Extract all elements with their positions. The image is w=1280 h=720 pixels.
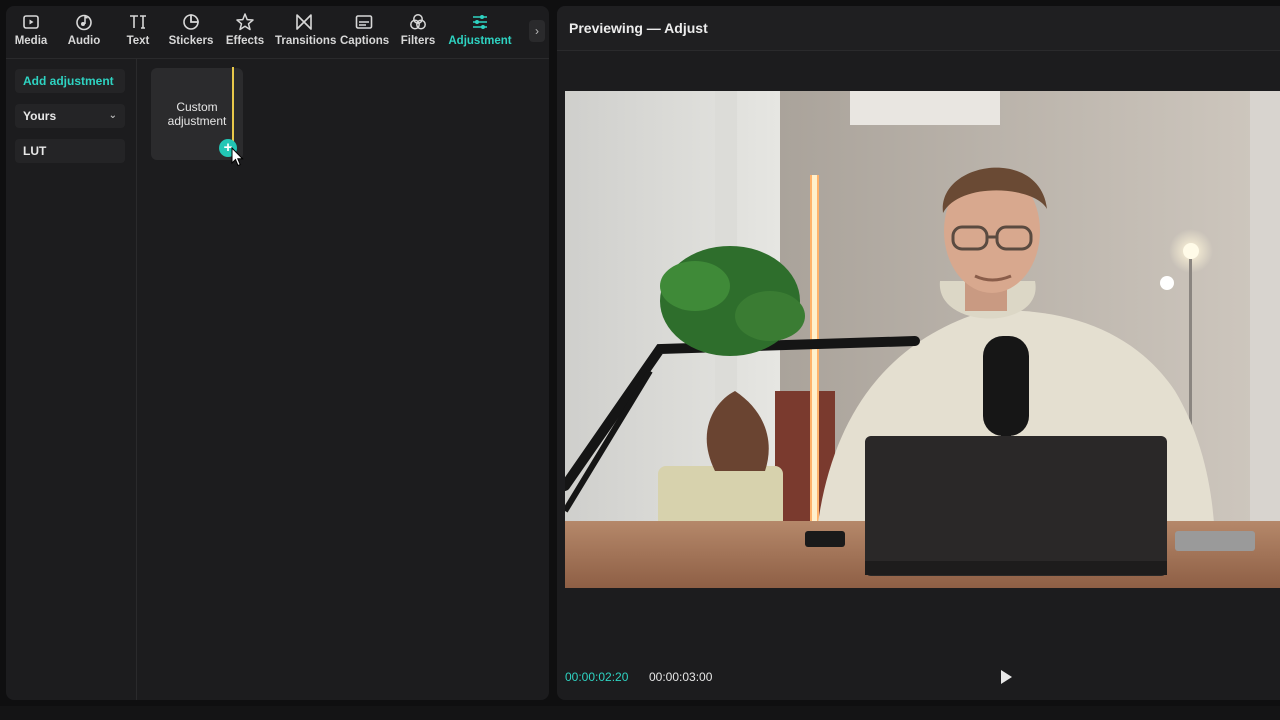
lamp-bulb-secondary — [1160, 276, 1174, 290]
adjustment-sidebar: Add adjustment Yours ⌄ LUT — [6, 59, 137, 700]
chevron-down-icon: ⌄ — [108, 110, 117, 121]
stickers-icon — [168, 12, 214, 32]
card-label: Custom adjustment — [167, 100, 227, 128]
transitions-icon — [275, 12, 333, 32]
lamp-bulb — [1183, 243, 1199, 259]
laptop-base — [865, 561, 1167, 575]
asset-toolbar: Media Audio Text Stickers Effects Transi… — [6, 6, 549, 59]
tool-label: Effects — [225, 35, 265, 47]
chevron-right-icon: › — [535, 24, 539, 38]
filters-icon — [400, 12, 436, 32]
sidebar-item-lut[interactable]: LUT — [15, 139, 125, 163]
tool-transitions[interactable]: Transitions — [275, 12, 337, 54]
tool-stickers[interactable]: Stickers — [168, 12, 214, 54]
left-panel: Media Audio Text Stickers Effects Transi… — [6, 6, 549, 700]
tool-effects[interactable]: Effects — [225, 12, 265, 54]
sidebar-item-label: Yours — [23, 109, 57, 123]
effects-icon — [225, 12, 265, 32]
tool-label: Adjustment — [448, 35, 512, 47]
adjustment-icon — [448, 12, 512, 32]
ceiling-vent — [850, 91, 1000, 125]
sidebar-item-yours[interactable]: Yours ⌄ — [15, 104, 125, 128]
media-icon — [14, 12, 48, 32]
laptop — [865, 436, 1167, 576]
sidebar-item-add-adjustment[interactable]: Add adjustment — [15, 69, 125, 93]
tool-label: Media — [14, 35, 48, 47]
tool-label: Captions — [340, 35, 390, 47]
phone — [805, 531, 845, 547]
captions-icon — [340, 12, 388, 32]
play-icon[interactable] — [999, 669, 1013, 685]
sidebar-item-label: LUT — [23, 144, 47, 158]
plant-foliage-right — [735, 291, 805, 341]
sidebar-item-label: Add adjustment — [23, 74, 114, 88]
tool-text[interactable]: Text — [122, 12, 154, 54]
text-icon — [122, 12, 154, 32]
led-light-core — [812, 175, 817, 525]
tool-label: Filters — [400, 35, 436, 47]
tool-audio[interactable]: Audio — [66, 12, 102, 54]
tool-adjustment[interactable]: Adjustment — [448, 12, 512, 54]
desk-device — [1175, 531, 1255, 551]
tool-label: Audio — [67, 35, 101, 47]
tool-label: Transitions — [275, 35, 337, 47]
tool-filters[interactable]: Filters — [400, 12, 436, 54]
preview-panel: Previewing — Adjust 00:00:02:20 00:00:03… — [557, 6, 1280, 700]
current-timecode: 00:00:02:20 — [565, 670, 629, 684]
right-wall-edge — [1250, 91, 1280, 588]
tool-label: Text — [126, 35, 150, 47]
mouse-cursor-icon — [231, 147, 244, 167]
plant-foliage-left — [660, 261, 730, 311]
toolbar-more-button[interactable]: › — [529, 20, 545, 42]
audio-icon — [66, 12, 102, 32]
total-duration: 00:00:03:00 — [649, 670, 713, 684]
tool-media[interactable]: Media — [14, 12, 48, 54]
preview-title: Previewing — Adjust — [569, 20, 708, 36]
tool-label: Stickers — [168, 35, 214, 47]
tool-captions[interactable]: Captions — [340, 12, 390, 54]
video-preview[interactable] — [565, 91, 1280, 588]
timeline-strip — [0, 706, 1280, 720]
